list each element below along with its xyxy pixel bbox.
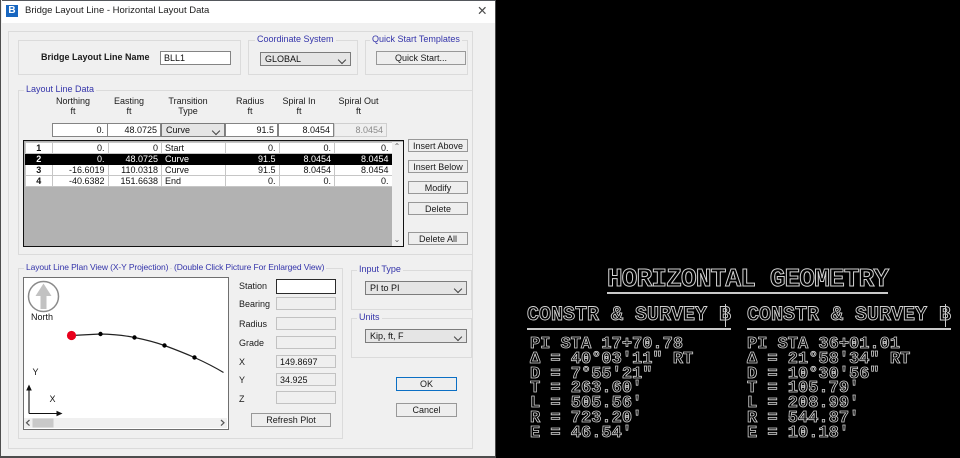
svg-text:X: X — [50, 394, 56, 404]
svg-text:North: North — [31, 312, 53, 322]
svg-text:Y: Y — [33, 367, 39, 377]
